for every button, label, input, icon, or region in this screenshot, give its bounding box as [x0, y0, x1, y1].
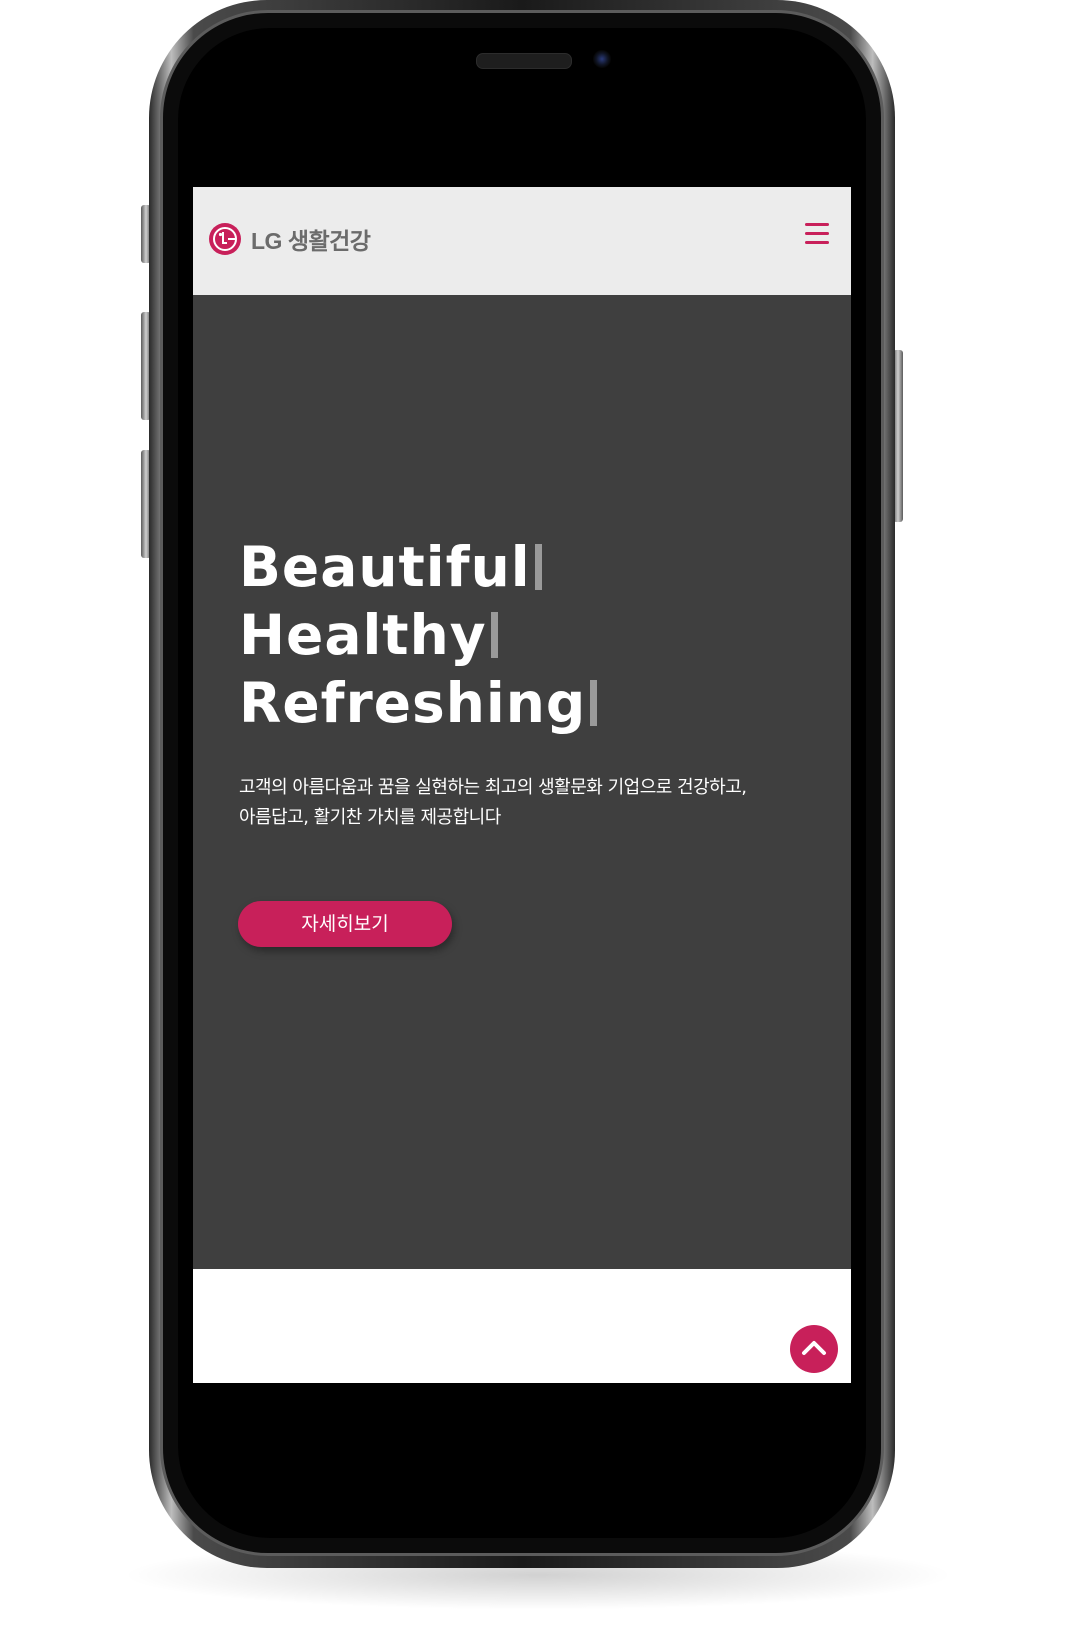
view-details-button[interactable]: 자세히보기: [238, 901, 452, 947]
chevron-up-icon: [802, 1341, 826, 1355]
hero-word-text: Refreshing: [239, 671, 587, 735]
hero-headline: Beautiful Healthy Refreshing: [239, 533, 598, 737]
typing-cursor: [490, 612, 498, 658]
menu-line: [805, 232, 829, 235]
screen-bottom-area: [193, 1383, 851, 1470]
typing-cursor: [534, 544, 542, 590]
typing-cursor: [590, 680, 598, 726]
brand-logo-text: LG 생활건강: [251, 228, 371, 254]
next-section: [193, 1269, 851, 1383]
hero-word: Healthy: [239, 601, 597, 669]
phone-notch: [337, 44, 707, 96]
site-header: LG 생활건강: [193, 187, 851, 295]
lg-logo-icon: [209, 223, 241, 255]
scroll-to-top-button[interactable]: [790, 1325, 838, 1373]
earpiece-speaker: [476, 53, 572, 69]
hero-word: Beautiful: [239, 533, 597, 601]
mobile-webpage: LG 생활건강 Beautiful Healthy Refreshing 고객의…: [193, 187, 851, 1383]
hero-word-text: Healthy: [239, 603, 487, 667]
hero-word-text: Beautiful: [239, 535, 531, 599]
hero-description: 고객의 아름다움과 꿈을 실현하는 최고의 생활문화 기업으로 건강하고, 아름…: [239, 777, 747, 828]
brand-logo[interactable]: LG 생활건강: [209, 221, 371, 257]
menu-line: [805, 241, 829, 244]
front-camera: [593, 50, 611, 68]
hero-section: Beautiful Healthy Refreshing 고객의 아름다움과 꿈…: [193, 295, 851, 1269]
hero-word: Refreshing: [239, 669, 598, 737]
hamburger-menu-icon[interactable]: [805, 223, 831, 247]
menu-line: [805, 223, 829, 226]
